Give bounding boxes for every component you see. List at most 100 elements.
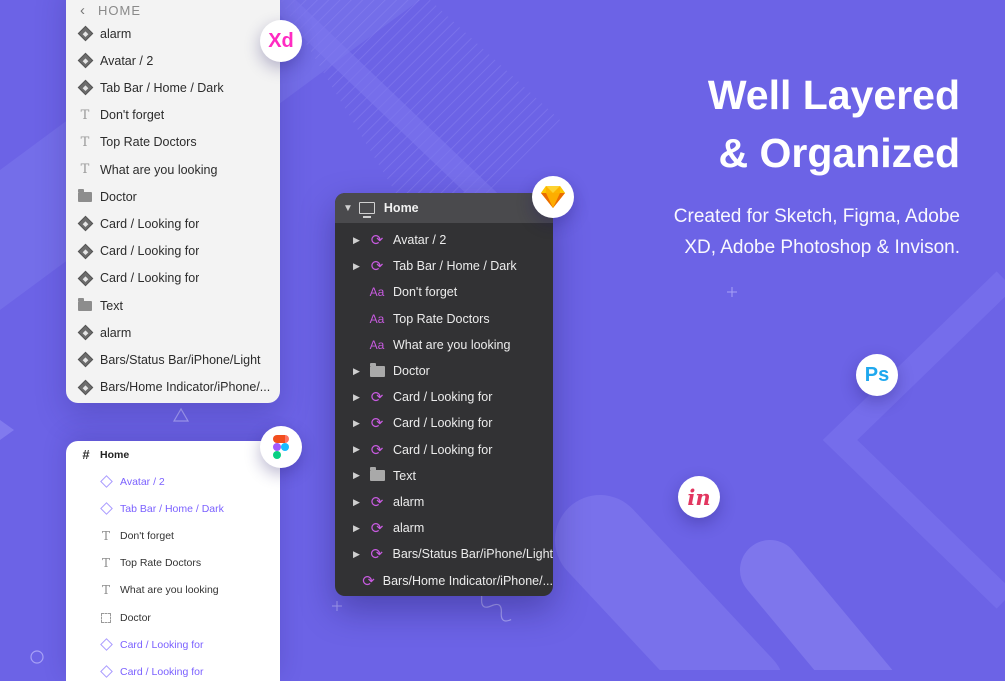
triangle-right-icon[interactable]: ▶ [353,549,363,560]
sketch-layer-label: alarm [393,495,425,509]
folder-shape [369,362,385,377]
text-icon: T [100,583,112,597]
symbol-glyph: ⟳ [370,389,384,407]
xd-layer-label: Tab Bar / Home / Dark [100,80,224,95]
triangle-right-icon[interactable]: ▶ [353,261,363,272]
xd-layer-label: Bars/Home Indicator/iPhone/... [100,380,271,395]
sketch-layer-item[interactable]: ▶ ⟳ Card / Looking for [335,410,553,436]
sketch-layer-item[interactable]: Aa Don't forget [335,279,553,305]
text-glyph: Aa [369,285,385,300]
chevron-left-icon[interactable]: ‹ [80,2,86,19]
xd-layers-panel: ‹ HOME alarm Avatar / 2 Tab Bar / Home / D… [66,0,280,403]
symbol-shape [77,379,93,395]
sketch-layer-item[interactable]: Aa What are you looking [335,332,553,358]
sketch-layers-panel: ▼ Home ▶ ⟳ Avatar / 2 ▶ ⟳ Tab Bar / Home / Da… [335,193,553,596]
component-shape [99,665,113,679]
symbol-icon [77,243,93,259]
figma-layer-item[interactable]: Tab Bar / Home / Dark [99,495,224,522]
symbol-icon: ⟳ [369,545,385,563]
xd-layer-item[interactable]: Avatar / 2 [77,47,278,74]
xd-panel-header[interactable]: ‹ HOME [80,0,141,22]
symbol-glyph: ⟳ [370,546,383,564]
folder-shape [369,467,385,482]
sketch-layer-item[interactable]: ▶ ⟳ Card / Looking for [335,384,553,410]
headline-line-1: Well Layered [707,72,960,118]
symbol-icon: ⟳ [369,519,385,537]
sketch-layer-item[interactable]: ▶ ⟳ alarm [335,515,553,541]
xd-layer-item[interactable]: Text [78,292,278,319]
triangle-right-icon[interactable]: ▶ [353,418,363,429]
triangle-right-icon[interactable]: ▶ [353,366,363,377]
xd-layer-item[interactable]: Bars/Home Indicator/iPhone/... [77,374,278,401]
xd-layer-item[interactable]: Card / Looking for [77,210,278,237]
sketch-layer-item[interactable]: ▶ ⟳ Avatar / 2 [335,227,553,253]
sketch-layer-label: Tab Bar / Home / Dark [393,259,517,274]
text-glyph: T [80,162,90,177]
sketch-layer-item[interactable]: ▶ ⟳ Tab Bar / Home / Dark [335,253,553,279]
text-glyph: T [80,107,90,123]
sketch-layer-item[interactable]: ▶ ⟳ alarm [335,489,553,515]
triangle-down-icon[interactable]: ▼ [343,203,353,214]
xd-layer-item[interactable]: Bars/Status Bar/iPhone/Light [77,346,278,373]
text-icon: T [78,135,92,150]
text-glyph: Aa [369,311,385,326]
symbol-glyph: ⟳ [370,258,384,276]
symbol-shape [77,324,93,341]
symbol-shape [77,352,93,368]
figma-layer-item[interactable]: T Top Rate Doctors [100,550,201,577]
group-shape [101,612,111,623]
xd-layer-item[interactable]: alarm [77,319,278,346]
symbol-icon [77,52,93,69]
triangle-right-icon[interactable]: ▶ [353,470,363,481]
symbol-shape [77,216,93,232]
figma-badge [260,426,302,468]
figma-frame-home[interactable]: # Home [80,441,129,468]
triangle-right-icon[interactable]: ▶ [353,444,363,455]
sketch-layer-label: Card / Looking for [393,390,493,405]
xd-layer-item[interactable]: Doctor [78,183,278,210]
figma-layer-item[interactable]: Avatar / 2 [99,468,165,495]
sketch-layer-item[interactable]: ▶ ⟳ Card / Looking for [335,437,553,463]
xd-layer-item[interactable]: Tab Bar / Home / Dark [77,74,278,101]
figma-layer-label: Don't forget [120,529,174,542]
figma-layer-item[interactable]: Doctor [100,604,151,631]
figma-layer-item[interactable]: Card / Looking for [99,631,204,658]
triangle-right-icon[interactable]: ▶ [353,497,363,508]
sketch-layer-item[interactable]: ▶ ⟳ Bars/Status Bar/iPhone/Light [335,541,553,567]
sketch-layer-item[interactable]: ⟳ Bars/Home Indicator/iPhone/... [335,568,553,594]
sketch-layer-item[interactable]: Aa Top Rate Doctors [335,306,553,332]
xd-layer-item[interactable]: Card / Looking for [77,238,278,265]
triangle-right-icon[interactable]: ▶ [353,523,363,534]
sketch-layer-item[interactable]: ▶ Doctor [335,358,553,384]
sketch-badge [532,176,574,218]
xd-layer-label: alarm [100,325,132,340]
triangle-right-icon[interactable]: ▶ [353,392,363,403]
text-glyph: Aa [369,337,385,352]
sketch-layer-label: Text [393,468,416,483]
xd-layer-label: Don't forget [100,108,165,123]
figma-layer-label: Card / Looking for [120,638,204,651]
figma-layer-item[interactable]: T What are you looking [100,577,219,604]
component-icon [99,665,113,679]
sketch-layer-label: What are you looking [393,337,511,352]
xd-layer-item[interactable]: T Top Rate Doctors [78,129,278,156]
figma-layer-label: Avatar / 2 [120,475,165,488]
component-icon [99,638,113,652]
folder-icon [369,362,385,377]
subheadline: Created for Sketch, Figma, Adobe XD, Ado… [674,201,960,263]
xd-layer-label: alarm [100,26,132,41]
text-glyph: T [101,556,110,571]
sketch-layer-label: Bars/Status Bar/iPhone/Light [392,547,553,562]
triangle-right-icon[interactable]: ▶ [353,235,363,246]
xd-layer-item[interactable]: T What are you looking [78,156,278,183]
xd-layer-item[interactable]: T Don't forget [78,102,278,129]
figma-layer-item[interactable]: T Don't forget [100,522,174,549]
frame-icon: # [82,447,90,462]
sketch-page-home[interactable]: ▼ Home [335,193,553,223]
folder-icon [369,467,385,482]
symbol-shape [77,270,93,287]
xd-layer-item[interactable]: Card / Looking for [77,265,278,292]
invision-icon: in [687,484,711,510]
sketch-layer-item[interactable]: ▶ Text [335,463,553,489]
xd-layer-item[interactable]: alarm [77,20,278,47]
